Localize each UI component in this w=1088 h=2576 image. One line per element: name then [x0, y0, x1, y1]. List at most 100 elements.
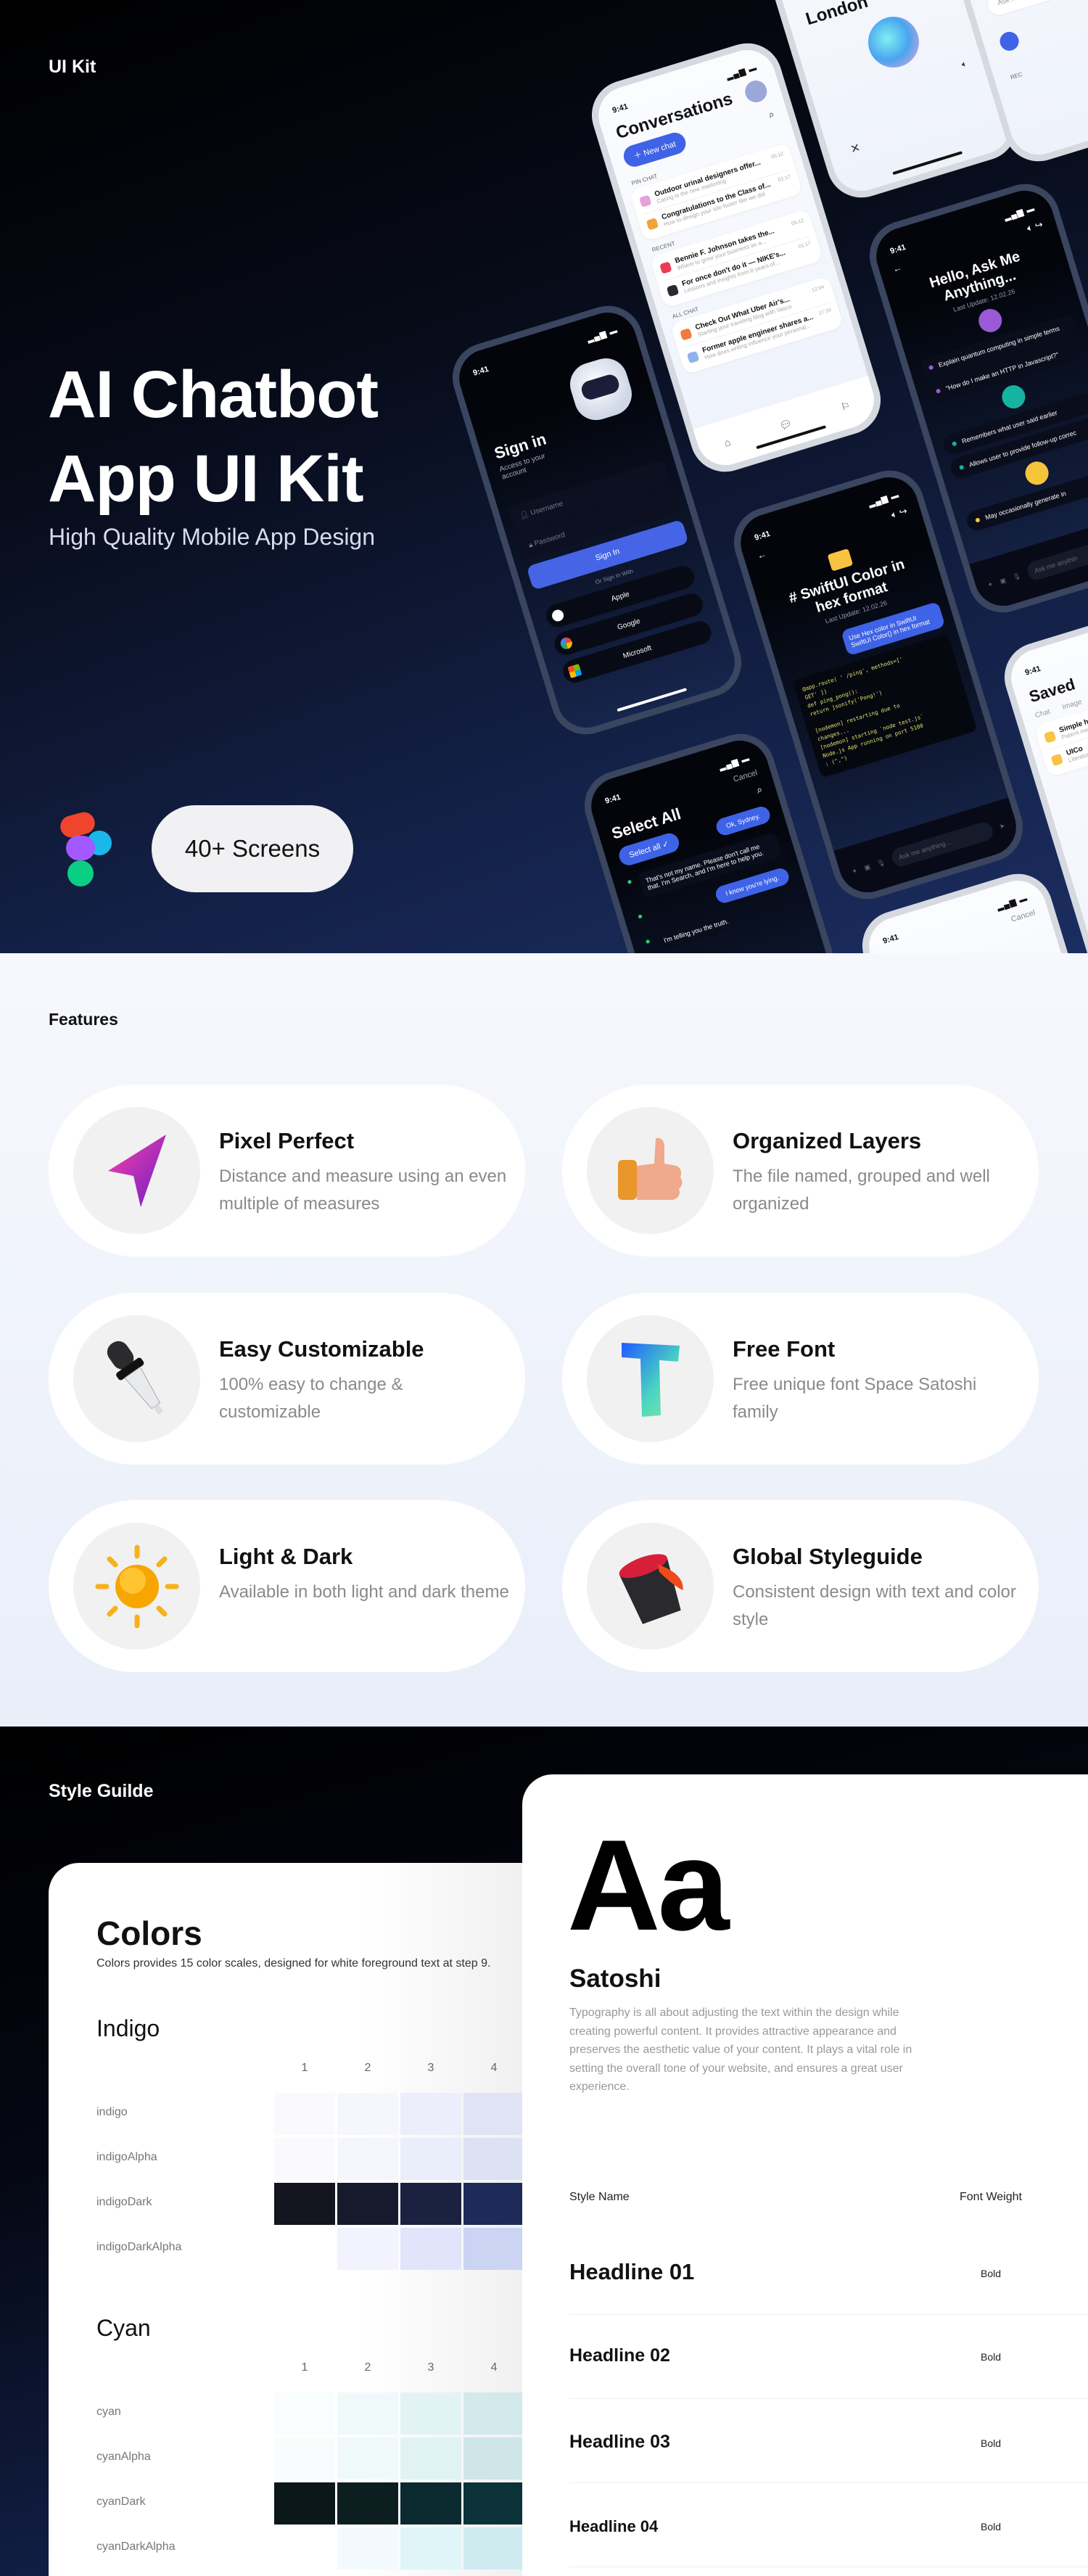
color-swatch[interactable] — [400, 2228, 461, 2270]
color-swatch[interactable] — [274, 2437, 335, 2480]
color-row-label: indigoDarkAlpha — [96, 2241, 182, 2253]
color-swatch[interactable] — [463, 2392, 524, 2435]
letter-t-icon — [587, 1315, 714, 1442]
feature-card-light-dark: Light & Dark Available in both light and… — [49, 1500, 525, 1672]
colors-desc: Colors provides 15 color scales, designe… — [96, 1957, 491, 1970]
chat-time: 01:17 — [777, 174, 791, 184]
typography-desc: Typography is all about adjusting the te… — [569, 2007, 912, 2093]
feature-card-easy-customizable: Easy Customizable 100% easy to change & … — [49, 1293, 525, 1465]
color-swatch[interactable] — [463, 2527, 524, 2569]
color-swatch[interactable] — [400, 2093, 461, 2135]
close-icon[interactable]: ✕ — [849, 140, 862, 157]
ask-input[interactable]: Ask me a — [984, 0, 1088, 19]
column-number: 2 — [364, 2361, 371, 2374]
color-swatch[interactable] — [400, 2437, 461, 2480]
color-swatch[interactable] — [400, 2527, 461, 2569]
color-swatch[interactable] — [337, 2527, 398, 2569]
style-guide-section: Style Guilde Colors Colors provides 15 c… — [0, 1727, 1088, 2576]
search-icon[interactable]: ⌕ — [767, 107, 775, 121]
column-number: 1 — [301, 2062, 308, 2074]
music-note-icon — [666, 284, 680, 297]
color-swatch[interactable] — [463, 2482, 524, 2524]
mic-icon[interactable]: 🎙︎ — [876, 858, 886, 868]
bookmark-tab-icon[interactable]: ⚐ — [839, 399, 852, 413]
color-swatch[interactable] — [400, 2138, 461, 2180]
feature-title: Easy Customizable — [219, 1336, 424, 1362]
chat-time: 05:12 — [791, 218, 805, 227]
color-row-label: cyanDarkAlpha — [96, 2540, 176, 2553]
headline-03-sample: Headline 03 — [569, 2432, 670, 2452]
feature-desc: Free unique font Space Satoshi family — [733, 1375, 977, 1422]
font-weight-value: Bold — [981, 2437, 1002, 2449]
ask-input[interactable]: Ask me anything... — [889, 820, 996, 869]
color-swatch[interactable] — [337, 2392, 398, 2435]
back-arrow-icon[interactable]: ← — [756, 548, 768, 562]
check-icon[interactable]: ● — [625, 876, 633, 887]
image-icon[interactable]: ▣ — [999, 576, 1007, 585]
paint-bucket-icon — [587, 1523, 714, 1650]
feature-title: Light & Dark — [219, 1544, 353, 1569]
google-icon — [559, 635, 574, 651]
search-icon[interactable]: ⌕ — [755, 783, 764, 797]
color-row-label: cyan — [96, 2406, 121, 2418]
chat-time: 01:17 — [798, 241, 812, 250]
ask-input[interactable]: Ask me anythin — [1024, 530, 1088, 583]
color-swatch[interactable] — [337, 2228, 398, 2270]
check-icon[interactable]: ● — [636, 910, 646, 929]
image-icon[interactable]: ▣ — [863, 863, 871, 872]
feature-card-pixel-perfect: Pixel Perfect Distance and measure using… — [49, 1085, 525, 1256]
color-swatch[interactable] — [274, 2183, 335, 2225]
provider-label: Microsoft — [622, 643, 653, 660]
color-swatch[interactable] — [274, 2138, 335, 2180]
home-tab-icon[interactable]: ⌂ — [722, 436, 732, 449]
feature-desc: Available in both light and dark theme — [219, 1582, 509, 1602]
style-guide-label: Style Guilde — [49, 1781, 154, 1801]
sun-icon — [73, 1523, 200, 1650]
divider — [569, 2482, 1088, 2483]
cloud-icon — [999, 382, 1029, 412]
dropper-icon — [73, 1315, 200, 1442]
color-swatch[interactable] — [337, 2482, 398, 2524]
color-swatch[interactable] — [463, 2228, 524, 2270]
send-icon[interactable]: ➤ — [998, 821, 1005, 831]
color-swatch[interactable] — [400, 2482, 461, 2524]
color-swatch[interactable] — [463, 2138, 524, 2180]
color-swatch[interactable] — [274, 2392, 335, 2435]
hero-label: UI Kit — [49, 57, 96, 77]
column-number: 1 — [301, 2361, 308, 2374]
tab-chat[interactable]: Chat — [1034, 708, 1051, 720]
sparkle-icon[interactable]: ✦ — [986, 580, 994, 589]
speaker-share-icons[interactable]: 🔈︎ ↪ — [890, 505, 909, 521]
color-row-label: indigo — [96, 2106, 128, 2118]
feature-card-free-font: Free Font Free unique font Space Satoshi… — [562, 1293, 1039, 1465]
font-weight-value: Bold — [981, 2351, 1002, 2363]
color-swatch[interactable] — [400, 2392, 461, 2435]
sparkle-icon[interactable]: ✦ — [851, 866, 858, 876]
color-swatch[interactable] — [400, 2183, 461, 2225]
color-swatch[interactable] — [274, 2093, 335, 2135]
color-row-label: indigoAlpha — [96, 2151, 157, 2163]
color-swatch[interactable] — [337, 2183, 398, 2225]
feature-desc: The file named, grouped and well organiz… — [733, 1166, 990, 1214]
color-swatch[interactable] — [337, 2437, 398, 2480]
chat-time: 12:04 — [811, 284, 825, 294]
color-swatch[interactable] — [274, 2482, 335, 2524]
color-swatch[interactable] — [337, 2138, 398, 2180]
back-arrow-icon[interactable]: ← — [891, 262, 904, 276]
tab-image[interactable]: Image — [1061, 698, 1083, 712]
color-swatch[interactable] — [337, 2093, 398, 2135]
color-swatch[interactable] — [463, 2183, 524, 2225]
check-icon[interactable]: ● — [643, 936, 654, 953]
color-swatch[interactable] — [463, 2093, 524, 2135]
home-indicator — [617, 688, 688, 712]
palette-name: Indigo — [96, 2015, 160, 2041]
chat-tab-icon[interactable]: 💬︎ — [778, 416, 794, 432]
color-swatch[interactable] — [463, 2437, 524, 2480]
speaker-icon[interactable]: 🔈︎ — [960, 58, 968, 70]
speaker-share-icons[interactable]: 🔈︎ ↪ — [1026, 218, 1044, 234]
mic-icon[interactable]: 🎙︎ — [1012, 572, 1022, 582]
figma-logo-icon — [60, 812, 112, 886]
feature-card-global-styleguide: Global Styleguide Consistent design with… — [562, 1500, 1039, 1672]
column-number: 4 — [490, 2062, 498, 2074]
provider-label: Apple — [610, 590, 630, 604]
